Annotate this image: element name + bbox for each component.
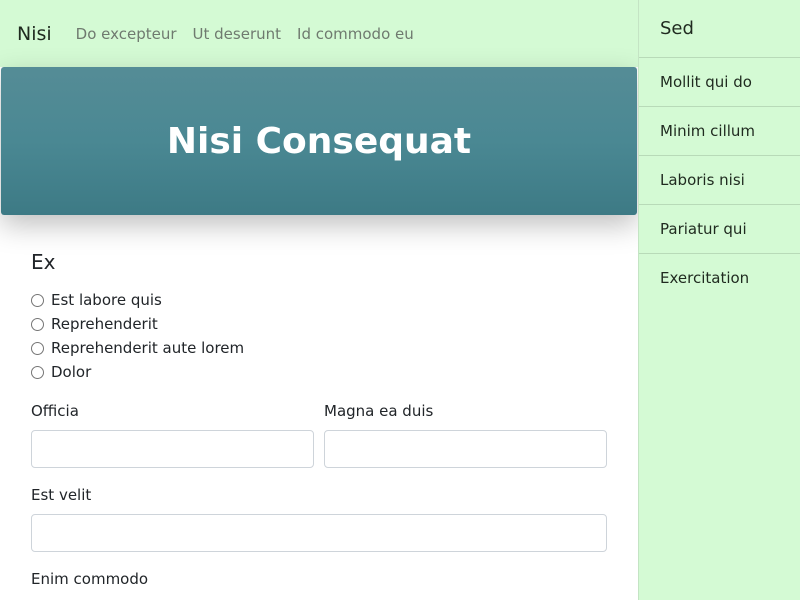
radio-group: Est labore quis Reprehenderit Reprehende… — [31, 288, 607, 384]
enim-group: Enim commodo — [31, 570, 607, 598]
sidebar-title: Sed — [660, 18, 694, 39]
navbar-brand[interactable]: Nisi — [17, 23, 52, 45]
radio-button[interactable] — [31, 341, 44, 355]
officia-label: Officia — [31, 402, 79, 420]
hero-banner: Nisi Consequat — [1, 67, 637, 215]
officia-group: Officia — [31, 402, 314, 468]
nav-link-id-commodo-eu[interactable]: Id commodo eu — [297, 25, 414, 43]
officia-input[interactable] — [31, 430, 314, 468]
form-row-1: Officia Magna ea duis — [31, 402, 607, 468]
est-velit-input[interactable] — [31, 514, 607, 552]
form-section: Ex Est labore quis Reprehenderit Reprehe… — [31, 250, 607, 598]
magna-label: Magna ea duis — [324, 402, 434, 420]
sidebar-item-mollit[interactable]: Mollit qui do — [639, 57, 800, 106]
radio-button[interactable] — [31, 293, 44, 307]
sidebar-item-pariatur[interactable]: Pariatur qui — [639, 204, 800, 253]
radio-option[interactable]: Reprehenderit — [31, 312, 607, 336]
sidebar-item-exercitation[interactable]: Exercitation — [639, 253, 800, 302]
form-row-3: Enim commodo — [31, 570, 607, 598]
top-navbar: Nisi Do excepteur Ut deserunt Id commodo… — [0, 0, 638, 67]
sidebar-item-minim[interactable]: Minim cillum — [639, 106, 800, 155]
enim-label: Enim commodo — [31, 570, 149, 588]
magna-group: Magna ea duis — [324, 402, 607, 468]
radio-option[interactable]: Reprehenderit aute lorem — [31, 336, 607, 360]
radio-option[interactable]: Dolor — [31, 360, 607, 384]
sidebar-item-laboris[interactable]: Laboris nisi — [639, 155, 800, 204]
form-row-2: Est velit — [31, 486, 607, 552]
magna-input[interactable] — [324, 430, 607, 468]
nav-link-do-excepteur[interactable]: Do excepteur — [76, 25, 177, 43]
est-velit-group: Est velit — [31, 486, 607, 552]
right-sidebar: Sed Mollit qui do Minim cillum Laboris n… — [638, 0, 800, 600]
radio-option[interactable]: Est labore quis — [31, 288, 607, 312]
radio-label: Est labore quis — [51, 291, 162, 309]
section-title: Ex — [31, 250, 56, 274]
radio-label: Reprehenderit aute lorem — [51, 339, 245, 357]
nav-link-ut-deserunt[interactable]: Ut deserunt — [193, 25, 281, 43]
est-velit-label: Est velit — [31, 486, 92, 504]
radio-button[interactable] — [31, 365, 44, 379]
radio-button[interactable] — [31, 317, 44, 331]
radio-label: Dolor — [51, 363, 92, 381]
main-column: Nisi Do excepteur Ut deserunt Id commodo… — [0, 0, 638, 600]
hero-title: Nisi Consequat — [166, 120, 472, 162]
radio-label: Reprehenderit — [51, 315, 158, 333]
